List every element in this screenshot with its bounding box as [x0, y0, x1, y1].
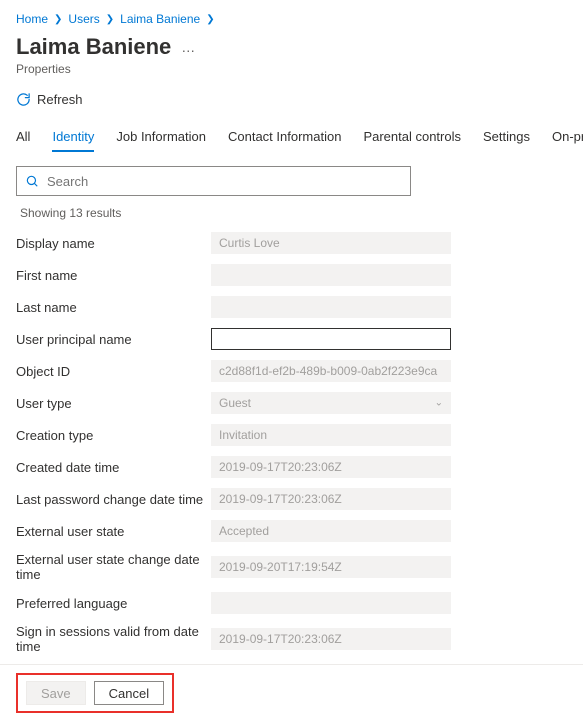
tab-parental-controls[interactable]: Parental controls [363, 129, 461, 152]
label-display-name: Display name [16, 236, 211, 251]
label-external-user-state-change: External user state change date time [16, 552, 211, 582]
label-creation-type: Creation type [16, 428, 211, 443]
refresh-label: Refresh [37, 92, 83, 107]
chevron-down-icon: ⌄ [435, 398, 443, 409]
save-button[interactable]: Save [26, 681, 86, 705]
tab-contact-information[interactable]: Contact Information [228, 129, 341, 152]
tab-on-premises[interactable]: On-premises [552, 129, 583, 152]
field-user-principal-name[interactable] [211, 328, 451, 350]
chevron-right-icon: ❯ [206, 14, 214, 25]
breadcrumb: Home ❯ Users ❯ Laima Baniene ❯ [16, 12, 567, 26]
label-signin-sessions-valid: Sign in sessions valid from date time [16, 624, 211, 654]
label-object-id: Object ID [16, 364, 211, 379]
label-user-principal-name: User principal name [16, 332, 211, 347]
field-external-user-state-change: 2019-09-20T17:19:54Z [211, 556, 451, 578]
page-title: Laima Baniene [16, 34, 171, 60]
label-created-date-time: Created date time [16, 460, 211, 475]
chevron-right-icon: ❯ [106, 14, 114, 25]
breadcrumb-users[interactable]: Users [68, 12, 99, 26]
user-type-value: Guest [219, 396, 251, 410]
chevron-right-icon: ❯ [54, 14, 62, 25]
results-count: Showing 13 results [16, 206, 567, 220]
tab-job-information[interactable]: Job Information [116, 129, 206, 152]
field-display-name: Curtis Love [211, 232, 451, 254]
label-last-name: Last name [16, 300, 211, 315]
label-user-type: User type [16, 396, 211, 411]
page-subtitle: Properties [16, 62, 567, 76]
search-box[interactable] [16, 166, 411, 196]
field-last-password-change: 2019-09-17T20:23:06Z [211, 488, 451, 510]
field-user-type[interactable]: Guest ⌄ [211, 392, 451, 414]
tab-settings[interactable]: Settings [483, 129, 530, 152]
field-creation-type: Invitation [211, 424, 451, 446]
field-last-name [211, 296, 451, 318]
search-icon [25, 174, 39, 188]
refresh-button[interactable]: Refresh [16, 88, 83, 111]
refresh-icon [16, 92, 31, 107]
field-first-name [211, 264, 451, 286]
tab-all[interactable]: All [16, 129, 30, 152]
label-first-name: First name [16, 268, 211, 283]
field-signin-sessions-valid: 2019-09-17T20:23:06Z [211, 628, 451, 650]
more-icon[interactable]: … [181, 39, 195, 55]
label-external-user-state: External user state [16, 524, 211, 539]
label-last-password-change: Last password change date time [16, 492, 211, 507]
tab-identity[interactable]: Identity [52, 129, 94, 152]
cancel-button[interactable]: Cancel [94, 681, 164, 705]
field-external-user-state: Accepted [211, 520, 451, 542]
field-preferred-language [211, 592, 451, 614]
search-input[interactable] [39, 174, 402, 189]
divider [0, 664, 583, 665]
action-bar: Save Cancel [16, 673, 174, 713]
tabs: All Identity Job Information Contact Inf… [16, 129, 567, 152]
label-preferred-language: Preferred language [16, 596, 211, 611]
breadcrumb-home[interactable]: Home [16, 12, 48, 26]
breadcrumb-current[interactable]: Laima Baniene [120, 12, 200, 26]
field-created-date-time: 2019-09-17T20:23:06Z [211, 456, 451, 478]
field-object-id: c2d88f1d-ef2b-489b-b009-0ab2f223e9ca [211, 360, 451, 382]
